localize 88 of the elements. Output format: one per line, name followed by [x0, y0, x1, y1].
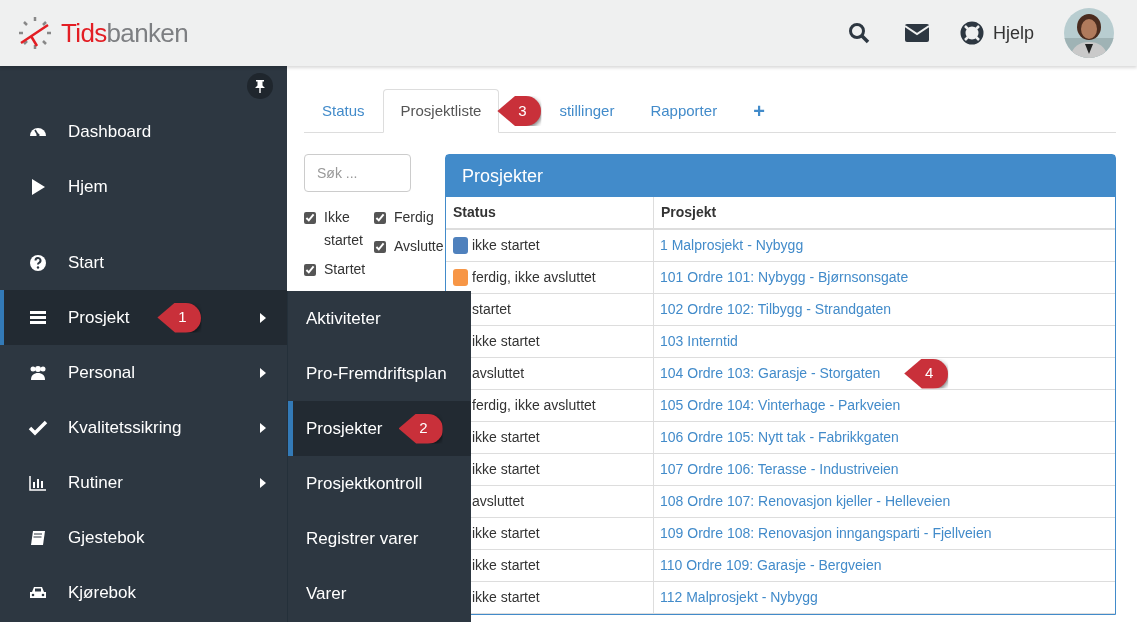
sidebar-item-label: Kjørebok — [68, 581, 137, 604]
sidebar-item[interactable]: Dashboard — [0, 104, 287, 159]
sidebar-item[interactable]: Kjørebok — [0, 565, 287, 620]
submenu-item-label: Aktiviteter — [306, 307, 381, 330]
status-text: ikke startet — [472, 428, 540, 447]
submenu-item[interactable]: Aktiviteter — [288, 291, 471, 346]
sidebar-item[interactable]: Prosjekt 1 — [0, 290, 287, 345]
sidebar-item[interactable]: Kvalitetssikring — [0, 400, 287, 455]
lifebuoy-icon[interactable] — [959, 21, 984, 45]
submenu-item[interactable]: Prosjekter 2 — [288, 401, 471, 456]
mail-icon[interactable] — [904, 24, 929, 42]
column-header: Prosjekt — [660, 203, 718, 222]
project-link[interactable]: 105 Ordre 104: Vinterhage - Parkveien — [660, 395, 901, 416]
pin-button[interactable] — [247, 73, 273, 99]
tab[interactable]: Rapporter — [632, 89, 736, 133]
add-tab[interactable]: + — [735, 89, 783, 133]
tab[interactable]: Status — [304, 89, 383, 133]
filter-checkbox[interactable] — [374, 212, 386, 224]
filter-checkbox[interactable] — [304, 212, 316, 224]
sidebar-item[interactable]: Rutiner — [0, 455, 287, 510]
callout-badge: 2 — [398, 413, 443, 444]
submenu-item-label: Prosjekter — [306, 417, 383, 440]
project-link[interactable]: 103 Interntid — [660, 331, 738, 352]
tab[interactable]: stillinger — [541, 89, 633, 133]
status-text: ferdig, ikke avsluttet — [472, 268, 596, 287]
project-link[interactable]: 104 Ordre 103: Garasje - Storgaten — [660, 363, 881, 384]
sidebar-item-label: Rutiner — [68, 471, 123, 494]
project-link[interactable]: 107 Ordre 106: Terasse - Industriveien — [660, 459, 899, 480]
brand-logo-text: Tidsbanken — [61, 16, 188, 50]
status-text: ikke startet — [472, 588, 540, 607]
status-text: ikke startet — [472, 524, 540, 543]
filter-checkbox[interactable] — [374, 241, 386, 253]
status-text: avsluttet — [472, 492, 525, 511]
caret-icon — [259, 476, 267, 489]
search-icon[interactable] — [847, 22, 870, 44]
status-text: ikke startet — [472, 236, 540, 255]
sidebar-item-label: Start — [68, 251, 104, 274]
callout-badge: 4 — [904, 358, 949, 389]
submenu-item-label: Varer — [306, 582, 347, 605]
status-text: ikke startet — [472, 460, 540, 479]
callout-badge: 1 — [157, 302, 202, 333]
sidebar-item-label: Prosjekt — [68, 306, 130, 329]
column-header: Status — [446, 197, 654, 228]
sidebar-item[interactable]: Personal — [0, 345, 287, 400]
tab[interactable]: Prosjektliste — [382, 89, 500, 133]
sidebar-item-label: Personal — [68, 361, 136, 384]
project-link[interactable]: 108 Ordre 107: Renovasjon kjeller - Helleveien — [660, 491, 951, 512]
filter-label: Ferdig — [394, 208, 434, 227]
help-link[interactable]: Hjelp — [992, 19, 1034, 47]
submenu-item[interactable]: Registrer varer — [288, 511, 471, 566]
sidebar-item[interactable]: Start — [0, 235, 287, 290]
sidebar-item-label: Dashboard — [68, 120, 152, 143]
question-icon — [28, 252, 48, 273]
project-link[interactable]: 109 Ordre 108: Renovasjon inngangsparti - Fjellveien — [660, 523, 992, 544]
search-field[interactable]: Søk ... — [304, 154, 411, 192]
filter-label: Startet — [324, 260, 367, 279]
clock-logo-icon — [17, 15, 53, 51]
pin-icon — [254, 79, 266, 93]
callout-badge: 3 — [497, 96, 542, 126]
filter-checkbox[interactable] — [304, 264, 316, 276]
submenu-item-label: Prosjektkontroll — [306, 472, 423, 495]
status-text: startet — [472, 300, 511, 319]
project-link[interactable]: 102 Ordre 102: Tilbygg - Strandgaten — [660, 299, 892, 320]
submenu-item[interactable]: Varer — [288, 566, 471, 621]
sidebar-item[interactable]: Hjem — [0, 159, 287, 214]
status-text: ikke startet — [472, 332, 540, 351]
panel-title: Prosjekter — [446, 155, 1115, 197]
project-link[interactable]: 112 Malprosjekt - Nybygg — [660, 587, 818, 608]
submenu-item-label: Pro-Fremdriftsplan — [306, 362, 447, 385]
submenu-item[interactable]: Pro-Fremdriftsplan — [288, 346, 471, 401]
sidebar-item-label: Gjestebok — [68, 526, 145, 549]
filter-label: Avslutte — [394, 237, 444, 256]
caret-icon — [259, 311, 267, 324]
sidebar-item-label: Hjem — [68, 175, 108, 198]
project-link[interactable]: 1 Malprosjekt - Nybygg — [660, 235, 804, 256]
project-link[interactable]: 106 Ordre 105: Nytt tak - Fabrikkgaten — [660, 427, 899, 448]
submenu-item-label: Registrer varer — [306, 527, 419, 550]
sidebar-item-label: Kvalitetssikring — [68, 416, 182, 439]
status-text: ikke startet — [472, 556, 540, 575]
caret-icon — [259, 421, 267, 434]
sidebar-item[interactable]: Gjestebok — [0, 510, 287, 565]
submenu-item[interactable]: Prosjektkontroll — [288, 456, 471, 511]
caret-icon — [259, 366, 267, 379]
project-link[interactable]: 110 Ordre 109: Garasje - Bergveien — [660, 555, 882, 576]
status-text: ferdig, ikke avsluttet — [472, 396, 596, 415]
status-text: avsluttet — [472, 364, 525, 383]
project-link[interactable]: 101 Ordre 101: Nybygg - Bjørnsonsgate — [660, 267, 909, 288]
filter-label: Ikke startet — [324, 208, 364, 250]
